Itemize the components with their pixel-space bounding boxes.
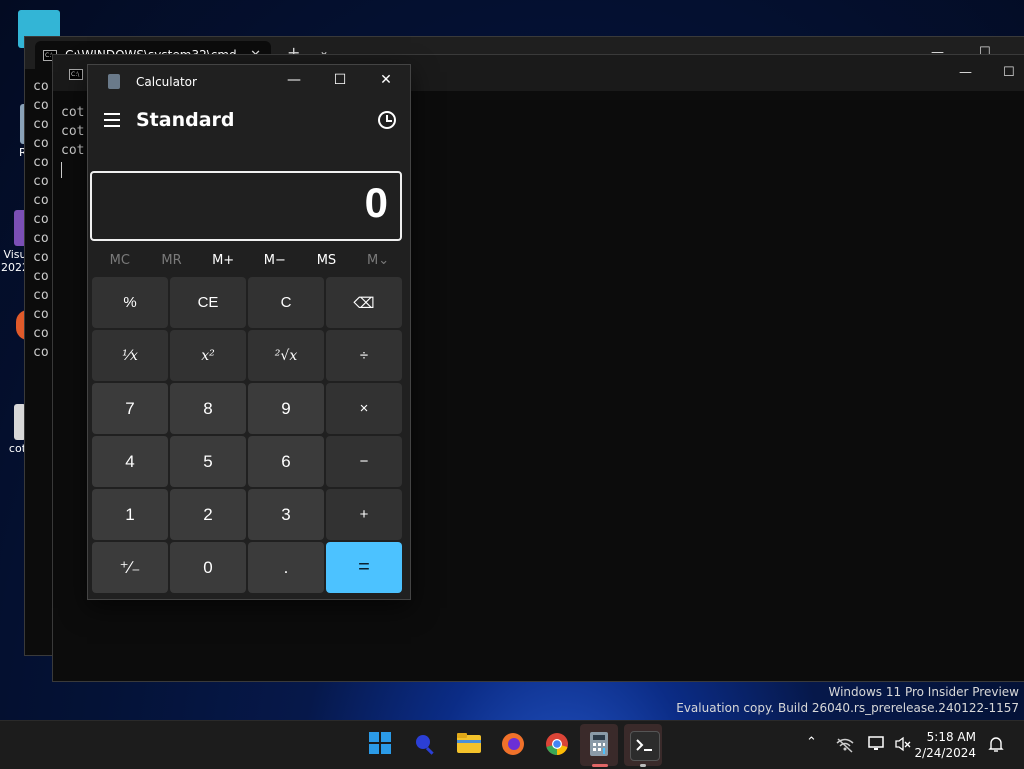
digit-9-button[interactable]: 9 — [248, 383, 324, 434]
cmd-line: co — [33, 136, 49, 151]
memory-button[interactable]: MS — [301, 249, 351, 273]
cmd-line: co — [33, 288, 49, 303]
cmd-cursor-line — [61, 160, 84, 179]
mode-title: Standard — [136, 109, 235, 131]
chrome-button[interactable] — [544, 731, 572, 759]
cmd-line: co — [33, 79, 49, 94]
calculator-taskbar-button[interactable] — [588, 731, 616, 759]
digit-0-button[interactable]: 0 — [170, 542, 246, 593]
watermark-line: Evaluation copy. Build 26040.rs_prerelea… — [676, 701, 1019, 715]
calculator-display: 0 — [90, 171, 402, 241]
window-title: Calculator — [136, 75, 197, 89]
minimize-button[interactable]: — — [959, 65, 972, 80]
clock-date: 2/24/2024 — [914, 746, 976, 760]
cmd-line: co — [33, 117, 49, 132]
hamburger-menu-icon[interactable] — [104, 113, 120, 131]
display-icon[interactable] — [868, 736, 886, 756]
cmd-line: co — [33, 98, 49, 113]
memory-button[interactable]: MC — [95, 249, 145, 273]
calculator-icon — [590, 732, 608, 756]
maximize-button[interactable]: ☐ — [328, 72, 352, 88]
display-value: 0 — [364, 179, 388, 226]
calculator-titlebar[interactable]: Calculator — ☐ ✕ — [88, 65, 410, 99]
digit-8-button[interactable]: 8 — [170, 383, 246, 434]
cmd-line: co — [33, 326, 49, 341]
cmd-line: co — [33, 250, 49, 265]
subtract-button[interactable]: − — [326, 436, 402, 487]
digit-5-button[interactable]: 5 — [170, 436, 246, 487]
notification-bell-icon[interactable] — [988, 735, 1004, 757]
cmd-icon: C:\ — [69, 69, 83, 80]
taskbar: ⌃ 5:18 AM 2/24/2024 — [0, 720, 1024, 769]
cmd-line: co — [33, 345, 49, 360]
memory-button[interactable]: M⌄ — [353, 249, 403, 273]
add-button[interactable]: + — [326, 489, 402, 540]
reciprocal-button[interactable]: ¹⁄x — [92, 330, 168, 381]
text-cursor — [61, 161, 62, 178]
windows-logo-icon — [369, 732, 391, 754]
memory-button[interactable]: M+ — [198, 249, 248, 273]
cmd-line: co — [33, 269, 49, 284]
digit-7-button[interactable]: 7 — [92, 383, 168, 434]
calculator-window[interactable]: Calculator — ☐ ✕ Standard 0 MC MR M+ M− MS M⌄… — [87, 64, 411, 600]
cmd-output: cot cot cot — [61, 103, 84, 179]
digit-6-button[interactable]: 6 — [248, 436, 324, 487]
firefox-icon — [502, 733, 524, 755]
cmd-line: co — [33, 174, 49, 189]
folder-icon — [457, 733, 481, 753]
search-button[interactable] — [412, 731, 440, 759]
cmd-output: co co co co co co co co co co co co co co co — [33, 77, 49, 362]
digit-4-button[interactable]: 4 — [92, 436, 168, 487]
network-icon[interactable] — [836, 737, 854, 757]
show-hidden-icons-icon[interactable]: ⌃ — [806, 735, 817, 750]
maximize-button[interactable]: ☐ — [1003, 65, 1015, 80]
decimal-button[interactable]: . — [248, 542, 324, 593]
memory-button[interactable]: M− — [250, 249, 300, 273]
square-button[interactable]: x² — [170, 330, 246, 381]
equals-button[interactable]: = — [326, 542, 402, 593]
watermark-line: Windows 11 Pro Insider Preview — [828, 685, 1019, 699]
cmd-line: co — [33, 212, 49, 227]
running-indicator — [640, 764, 646, 767]
calculator-header: Standard — [88, 99, 410, 145]
close-button[interactable]: ✕ — [374, 72, 398, 88]
percent-button[interactable]: % — [92, 277, 168, 328]
cmd-line: co — [33, 307, 49, 322]
minimize-button[interactable]: — — [282, 72, 306, 88]
search-icon — [416, 735, 434, 755]
history-icon[interactable] — [378, 111, 396, 129]
cmd-line: cot — [61, 143, 85, 158]
system-clock[interactable]: 5:18 AM 2/24/2024 — [914, 729, 976, 761]
memory-row: MC MR M+ M− MS M⌄ — [88, 249, 410, 273]
file-explorer-button[interactable] — [456, 731, 484, 759]
cmd-line: co — [33, 155, 49, 170]
chrome-icon — [546, 733, 568, 755]
volume-muted-icon[interactable] — [894, 736, 912, 756]
keypad: % CE C ⌫ ¹⁄x x² ²√x ÷ 7 8 9 × 4 5 6− 1 2 3 + ⁺∕₋ 0. = — [92, 277, 402, 593]
terminal-icon — [636, 739, 652, 751]
calculator-app-icon — [108, 74, 120, 89]
clock-time: 5:18 AM — [926, 730, 976, 744]
cmd-line: co — [33, 231, 49, 246]
windows-watermark: Windows 11 Pro Insider Preview Evaluatio… — [676, 684, 1019, 716]
terminal-taskbar-button[interactable] — [630, 731, 660, 761]
cmd-line: co — [33, 193, 49, 208]
clear-button[interactable]: C — [248, 277, 324, 328]
digit-3-button[interactable]: 3 — [248, 489, 324, 540]
cmd-line: cot — [61, 105, 85, 120]
start-button[interactable] — [368, 731, 396, 759]
digit-2-button[interactable]: 2 — [170, 489, 246, 540]
firefox-button[interactable] — [500, 731, 528, 759]
negate-button[interactable]: ⁺∕₋ — [92, 542, 168, 593]
memory-button[interactable]: MR — [146, 249, 196, 273]
backspace-button[interactable]: ⌫ — [326, 277, 402, 328]
digit-1-button[interactable]: 1 — [92, 489, 168, 540]
square-root-button[interactable]: ²√x — [248, 330, 324, 381]
divide-button[interactable]: ÷ — [326, 330, 402, 381]
cmd-line: cot — [61, 124, 85, 139]
clear-entry-button[interactable]: CE — [170, 277, 246, 328]
running-indicator — [592, 764, 608, 767]
multiply-button[interactable]: × — [326, 383, 402, 434]
